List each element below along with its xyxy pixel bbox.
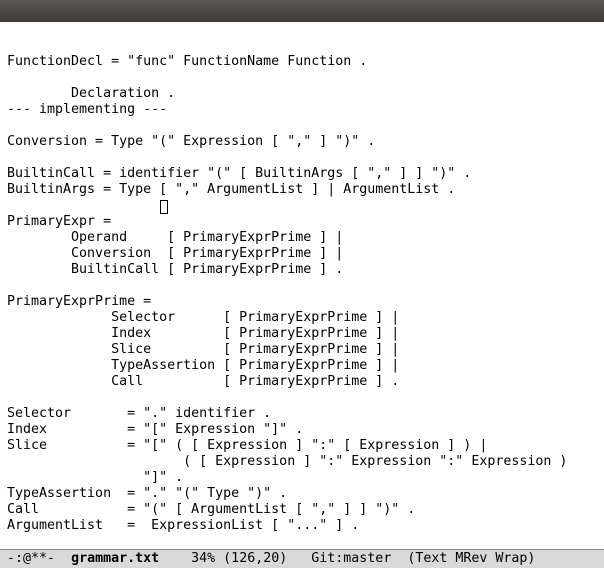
- buffer-line: [7, 390, 567, 406]
- buffer-line: [7, 278, 567, 294]
- buffer-line: Conversion = Type "(" Expression [ "," ]…: [7, 134, 376, 149]
- buffer-line: Index [ PrimaryExprPrime ] |: [7, 326, 400, 341]
- buffer-line: [7, 150, 567, 166]
- buffer-line: [7, 198, 567, 214]
- buffer-line: BuiltinCall [ PrimaryExprPrime ] .: [7, 262, 344, 277]
- buffer-line: PrimaryExprPrime =: [7, 294, 152, 309]
- modeline-status: -:@**-: [7, 551, 56, 566]
- buffer-text[interactable]: FunctionDecl = "func" FunctionName Funct…: [7, 38, 567, 549]
- modeline-position: 34% (126,20): [191, 551, 288, 566]
- modeline-modes: (Text MRev Wrap): [407, 551, 536, 566]
- buffer-line: ( [ Expression ] ":" Expression ":" Expr…: [7, 454, 568, 469]
- modeline-vc: Git:master: [311, 551, 392, 566]
- buffer-line: FunctionDecl = "func" FunctionName Funct…: [7, 54, 368, 69]
- buffer-line: Selector [ PrimaryExprPrime ] |: [7, 310, 400, 325]
- buffer-line: TypeAssertion = "." "(" Type ")" .: [7, 486, 288, 501]
- buffer-line: Operand [ PrimaryExprPrime ] |: [7, 230, 344, 245]
- buffer-line: Call [ PrimaryExprPrime ] .: [7, 374, 400, 389]
- buffer-line: [7, 70, 567, 86]
- buffer-line: TypeAssertion [ PrimaryExprPrime ] |: [7, 358, 400, 373]
- buffer-line: Conversion [ PrimaryExprPrime ] |: [7, 246, 344, 261]
- buffer-line: PrimaryExpr =: [7, 214, 112, 229]
- buffer-line: Slice [ PrimaryExprPrime ] |: [7, 342, 400, 357]
- buffer-line: BuiltinArgs = Type [ "," ArgumentList ] …: [7, 182, 456, 197]
- buffer-line: BuiltinCall = identifier "(" [ BuiltinAr…: [7, 166, 472, 181]
- text-cursor: [160, 200, 168, 214]
- buffer-line: "]" .: [7, 470, 184, 485]
- buffer-line: [7, 118, 567, 134]
- buffer-line: [7, 534, 567, 549]
- buffer-line: ArgumentList = ExpressionList [ "..." ] …: [7, 518, 360, 533]
- editor-buffer[interactable]: FunctionDecl = "func" FunctionName Funct…: [0, 22, 604, 549]
- buffer-line: [7, 38, 567, 54]
- buffer-line: --- implementing ---: [7, 102, 168, 117]
- buffer-line: Index = "[" Expression "]" .: [7, 422, 304, 437]
- buffer-line: Call = "(" [ ArgumentList [ "," ] ] ")" …: [7, 502, 416, 517]
- buffer-line: Slice = "[" ( [ Expression ] ":" [ Expre…: [7, 438, 488, 453]
- window-titlebar: [0, 0, 604, 22]
- mode-line: -:@**- grammar.txt 34% (126,20) Git:mast…: [0, 549, 604, 568]
- buffer-line: Declaration .: [7, 86, 176, 101]
- buffer-line: Selector = "." identifier .: [7, 406, 272, 421]
- echo-area: [0, 568, 604, 576]
- modeline-buffer-name: grammar.txt: [71, 551, 160, 566]
